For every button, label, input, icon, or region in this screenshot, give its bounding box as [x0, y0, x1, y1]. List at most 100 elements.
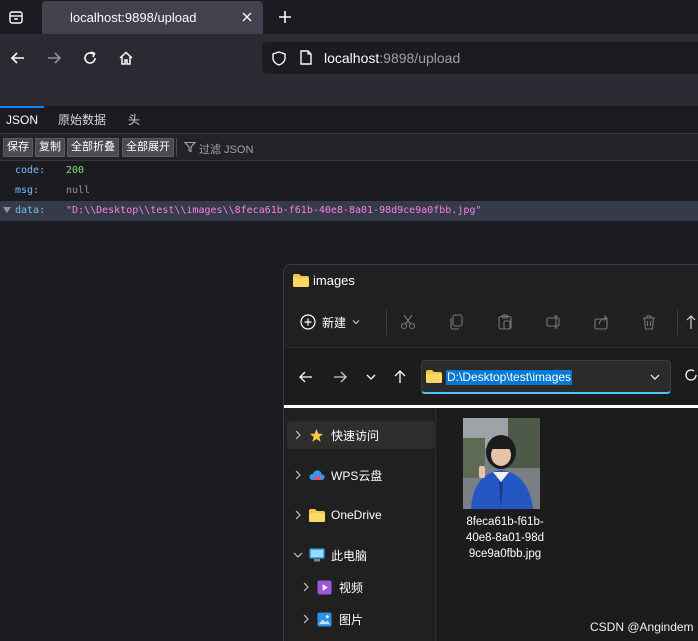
- nav-item-label: 视频: [339, 580, 364, 595]
- collapse-all-button[interactable]: 全部折叠: [67, 138, 119, 157]
- back-button[interactable]: [6, 46, 30, 70]
- file-name-line: 9ce9a0fbb.jpg: [468, 548, 542, 560]
- expand-triangle-icon[interactable]: [3, 207, 11, 213]
- rename-icon: [546, 315, 560, 329]
- browser-tab[interactable]: localhost:9898/upload: [42, 1, 263, 34]
- nav-item-videos[interactable]: 视频: [295, 573, 435, 601]
- refresh-button[interactable]: [683, 367, 698, 387]
- watermark: CSDN @Angindem: [590, 620, 694, 634]
- url-host: localhost: [324, 50, 380, 66]
- nav-item-this-pc[interactable]: 此电脑: [287, 541, 435, 569]
- copy-file-button[interactable]: [447, 312, 467, 332]
- browser-navbar: localhost:9898/upload: [0, 34, 698, 82]
- filter-icon: [184, 141, 196, 153]
- explorer-title-bar[interactable]: images: [284, 265, 698, 297]
- file-name-line: 8feca61b-f61b-: [466, 516, 544, 528]
- nav-item-pictures[interactable]: 图片: [295, 605, 435, 633]
- nav-item-label: 图片: [339, 612, 364, 627]
- tab-headers[interactable]: 头: [122, 106, 146, 134]
- sort-button[interactable]: [685, 312, 697, 332]
- up-button[interactable]: [390, 367, 410, 387]
- chevron-down-icon: [366, 374, 376, 380]
- share-icon: [594, 315, 608, 330]
- json-tree: code: 200 msg: null data: "D:\\Desktop\\…: [0, 161, 698, 261]
- computer-icon: [309, 548, 325, 562]
- filter-json-input[interactable]: 过滤 JSON: [199, 141, 253, 157]
- url-bar[interactable]: localhost:9898/upload: [262, 42, 698, 74]
- json-viewer-tabs: JSON 原始数据 头: [0, 106, 698, 134]
- toolbar-separator: [176, 138, 177, 157]
- rename-button[interactable]: [544, 312, 564, 332]
- nav-item-label: 快速访问: [331, 428, 380, 443]
- home-icon: [119, 51, 133, 65]
- reload-button[interactable]: [78, 46, 102, 70]
- nav-item-label: WPS云盘: [331, 468, 383, 483]
- star-icon: [309, 428, 324, 442]
- screen: localhost:9898/upload localhost:9898/upl…: [0, 0, 698, 641]
- json-value: "D:\\Desktop\\test\\images\\8feca61b-f61…: [66, 205, 482, 216]
- json-value: 200: [66, 165, 85, 176]
- explorer-back-button[interactable]: [296, 367, 316, 387]
- chevron-down-icon: [352, 320, 360, 325]
- nav-item-label: 此电脑: [331, 548, 368, 563]
- chevron-right-icon: [303, 614, 309, 624]
- command-separator: [386, 309, 387, 335]
- explorer-command-bar: 新建: [284, 297, 698, 347]
- cut-button[interactable]: [398, 312, 418, 332]
- json-row-msg[interactable]: msg: null: [0, 181, 698, 201]
- chevron-right-icon: [295, 470, 301, 480]
- pictures-icon: [317, 611, 332, 627]
- json-row-code[interactable]: code: 200: [0, 161, 698, 181]
- arrow-left-icon: [10, 52, 24, 64]
- recent-locations-button[interactable]: [361, 367, 381, 387]
- json-key: data:: [15, 205, 46, 216]
- tab-list-icon: [9, 11, 23, 24]
- tab-close-button[interactable]: [239, 9, 255, 25]
- chevron-right-icon: [303, 582, 309, 592]
- json-toolbar: 保存 复制 全部折叠 全部展开 过滤 JSON: [0, 134, 698, 161]
- address-bar[interactable]: D:\Desktop\test\images: [421, 360, 671, 394]
- file-list-pane: 8feca61b-f61b- 40e8-8a01-98d 9ce9a0fbb.j…: [437, 408, 698, 641]
- plus-circle-icon: [300, 314, 316, 330]
- tab-raw-data[interactable]: 原始数据: [52, 106, 112, 134]
- reload-icon: [84, 51, 96, 64]
- refresh-icon: [685, 369, 697, 381]
- expand-all-button[interactable]: 全部展开: [122, 138, 174, 157]
- nav-item-quick-access[interactable]: 快速访问: [287, 421, 435, 449]
- delete-button[interactable]: [639, 312, 659, 332]
- address-dropdown-button[interactable]: [645, 367, 665, 387]
- explorer-forward-button[interactable]: [330, 367, 350, 387]
- nav-item-label: OneDrive: [331, 508, 382, 522]
- nav-item-wps-cloud[interactable]: WPS云盘: [287, 461, 435, 489]
- arrow-up-icon: [394, 370, 406, 383]
- url-path: :9898/upload: [379, 50, 461, 66]
- forward-button[interactable]: [42, 46, 66, 70]
- file-name: 8feca61b-f61b- 40e8-8a01-98d 9ce9a0fbb.j…: [449, 514, 561, 562]
- new-button-label: 新建: [322, 315, 347, 330]
- nav-item-onedrive[interactable]: OneDrive: [287, 501, 435, 529]
- chevron-down-icon: [650, 374, 660, 380]
- arrow-up-icon: [686, 315, 696, 329]
- copy-button[interactable]: 复制: [35, 138, 65, 157]
- arrow-right-icon: [48, 52, 62, 64]
- navigation-pane: 快速访问 WPS云盘 OneDrive 此电脑 视频 图片: [284, 408, 436, 641]
- json-row-data[interactable]: data: "D:\\Desktop\\test\\images\\8feca6…: [0, 201, 698, 221]
- plus-icon: [279, 11, 291, 23]
- url-text: localhost:9898/upload: [324, 50, 460, 66]
- chevron-right-icon: [295, 510, 301, 520]
- paste-button[interactable]: [495, 312, 515, 332]
- trash-icon: [643, 315, 655, 330]
- file-explorer-window: images 新建 D:\Desktop\test\images 快速访问 WP…: [283, 264, 698, 641]
- share-button[interactable]: [592, 312, 612, 332]
- json-key: code:: [15, 165, 46, 176]
- tab-json[interactable]: JSON: [0, 106, 45, 134]
- command-separator: [677, 309, 678, 335]
- tab-list-button[interactable]: [4, 5, 28, 29]
- home-button[interactable]: [114, 46, 138, 70]
- new-button[interactable]: 新建: [300, 309, 360, 335]
- json-key: msg:: [15, 185, 40, 196]
- new-tab-button[interactable]: [274, 6, 296, 28]
- save-button[interactable]: 保存: [3, 138, 33, 157]
- shield-icon: [272, 51, 286, 66]
- arrow-left-icon: [299, 371, 312, 383]
